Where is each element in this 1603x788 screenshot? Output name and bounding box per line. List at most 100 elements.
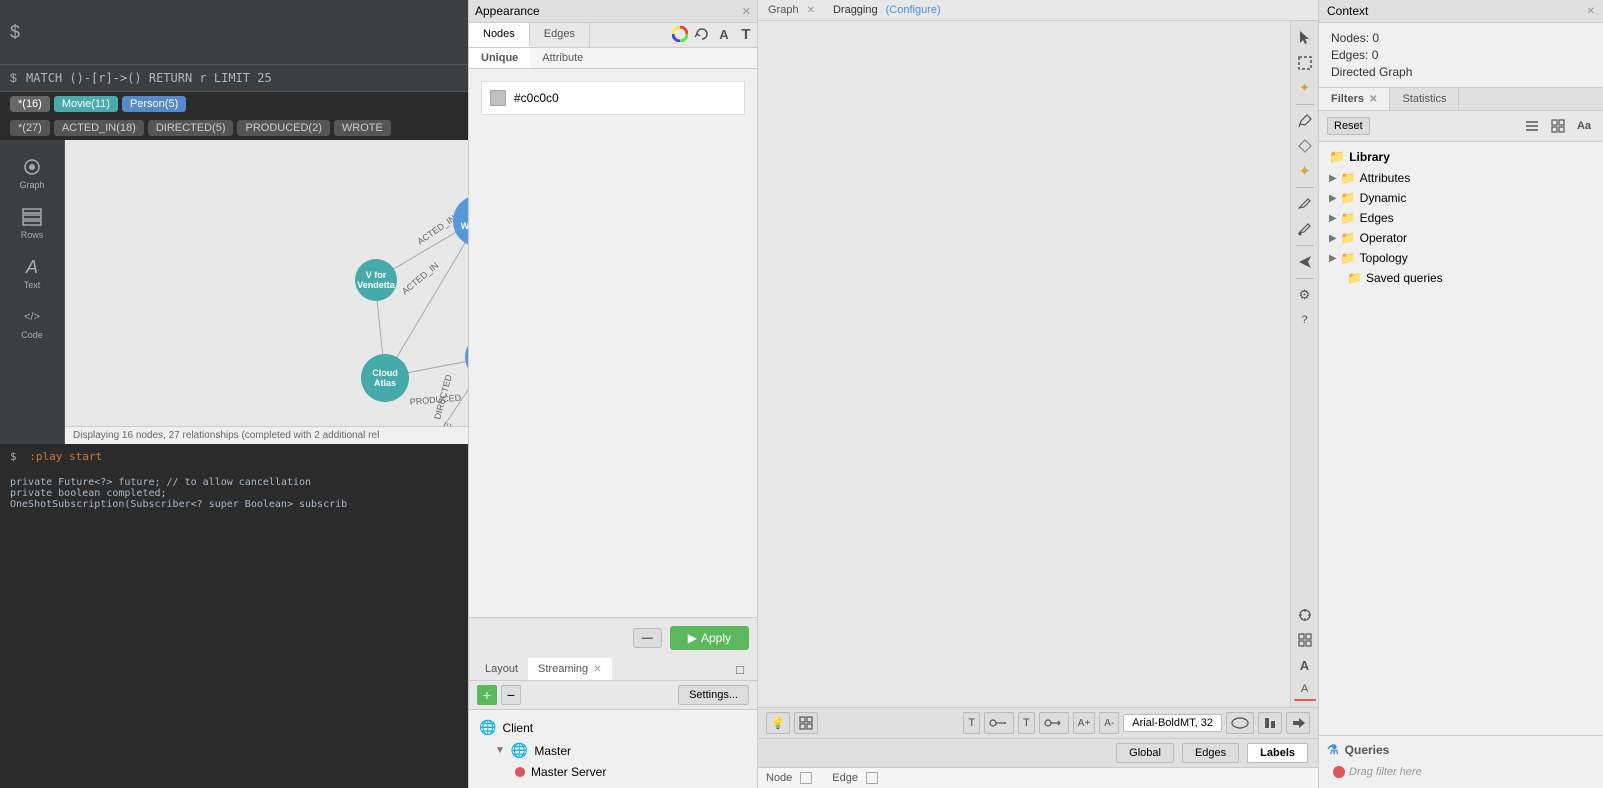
edge-checkbox[interactable] bbox=[866, 772, 878, 784]
font-decrease-button[interactable]: A- bbox=[1099, 712, 1119, 734]
filters-close-icon[interactable]: ✕ bbox=[1369, 94, 1377, 105]
diamond-tool[interactable] bbox=[1294, 135, 1316, 157]
selection-tool[interactable] bbox=[1294, 52, 1316, 74]
grid-button[interactable] bbox=[794, 712, 818, 734]
svg-text:DIRECTED: DIRECTED bbox=[432, 373, 454, 421]
pencil-tool[interactable] bbox=[1294, 110, 1316, 132]
tag-all-rels[interactable]: *(27) bbox=[10, 120, 50, 136]
arrow-button[interactable] bbox=[1286, 712, 1310, 734]
bar-button[interactable] bbox=[1258, 712, 1282, 734]
global-tab[interactable]: Global bbox=[1116, 743, 1174, 763]
list-view-icon[interactable] bbox=[1521, 115, 1543, 137]
grid-view-icon[interactable] bbox=[1294, 629, 1316, 651]
sparkle-tool[interactable]: ✦ bbox=[1294, 160, 1316, 182]
tag-wrote[interactable]: WROTE bbox=[334, 120, 391, 136]
color-wheel-icon[interactable] bbox=[669, 23, 691, 45]
edge-col: Edge bbox=[832, 772, 878, 784]
sidebar-item-graph[interactable]: Graph bbox=[15, 150, 48, 196]
tree-item-master-server[interactable]: Master Server bbox=[475, 762, 751, 782]
node-edge-button[interactable] bbox=[1039, 712, 1069, 734]
settings-button[interactable]: Settings... bbox=[678, 685, 749, 705]
remove-stream-button[interactable]: − bbox=[501, 685, 521, 705]
grid-view-icon2[interactable] bbox=[1547, 115, 1569, 137]
edges-bottom-tab[interactable]: Edges bbox=[1182, 743, 1239, 763]
tab-edges[interactable]: Edges bbox=[530, 23, 590, 47]
query-text[interactable]: MATCH ()-[r]->() RETURN r LIMIT 25 bbox=[26, 71, 272, 85]
pointer-tool[interactable] bbox=[1294, 27, 1316, 49]
streaming-tab[interactable]: Streaming ✕ bbox=[528, 658, 612, 680]
add-stream-button[interactable]: + bbox=[477, 685, 497, 705]
node-andy-wachowski[interactable]: AndyWacho bbox=[465, 334, 468, 380]
font-a-icon[interactable]: A bbox=[713, 23, 735, 45]
terminal-area[interactable]: $ :play start bbox=[0, 444, 468, 469]
graph-area: ACTED_IN ACTED_IN PRODUCED DIRECTED WROT… bbox=[65, 140, 468, 444]
library-item-dynamic[interactable]: ▶ 📁 Dynamic bbox=[1323, 188, 1599, 208]
gear-tool[interactable]: ⚙ bbox=[1294, 284, 1316, 306]
library-item-saved-queries[interactable]: 📁 Saved queries bbox=[1323, 268, 1599, 288]
graph-svg: ACTED_IN ACTED_IN PRODUCED DIRECTED WROT… bbox=[65, 140, 468, 444]
tree-item-client[interactable]: 🌐 Client bbox=[475, 716, 751, 739]
appearance-close-icon[interactable]: ✕ bbox=[742, 5, 751, 18]
layout-tab[interactable]: Layout bbox=[475, 658, 528, 680]
help-tool[interactable]: ? bbox=[1294, 309, 1316, 331]
apply-label: Apply bbox=[701, 631, 731, 645]
color-swatch[interactable] bbox=[490, 90, 506, 106]
sidebar-item-text[interactable]: A Text bbox=[17, 250, 47, 296]
plane-tool[interactable] bbox=[1294, 251, 1316, 273]
small-action-button[interactable]: — bbox=[633, 628, 662, 648]
pencil3-tool[interactable] bbox=[1294, 218, 1316, 240]
oval-button[interactable] bbox=[1226, 712, 1254, 734]
edge-line-button[interactable] bbox=[984, 712, 1014, 734]
apply-button[interactable]: ▶ Apply bbox=[670, 626, 749, 650]
crosshair-icon[interactable] bbox=[1294, 604, 1316, 626]
tag-person[interactable]: Person(5) bbox=[122, 96, 186, 112]
library-item-attributes[interactable]: ▶ 📁 Attributes bbox=[1323, 168, 1599, 188]
statistics-tab-label: Statistics bbox=[1402, 93, 1446, 105]
configure-label[interactable]: (Configure) bbox=[886, 4, 941, 16]
tag-all-nodes[interactable]: *(16) bbox=[10, 96, 50, 112]
labels-bottom-tab[interactable]: Labels bbox=[1247, 743, 1308, 763]
node-v-for-vendetta[interactable]: V forVendetta bbox=[355, 259, 397, 301]
tab-nodes[interactable]: Nodes bbox=[469, 23, 530, 47]
reset-button[interactable]: Reset bbox=[1327, 117, 1370, 135]
tree-item-master[interactable]: ▼ 🌐 Master bbox=[475, 739, 751, 762]
tag-acted-in[interactable]: ACTED_IN(18) bbox=[54, 120, 144, 136]
context-close-icon[interactable]: ✕ bbox=[1587, 6, 1595, 17]
tag-movie[interactable]: Movie(11) bbox=[54, 96, 118, 112]
bold-t-icon[interactable]: T bbox=[735, 23, 757, 45]
label-a-icon[interactable]: A bbox=[1294, 654, 1316, 676]
left-sidebar: Graph Rows A Text </> bbox=[0, 140, 468, 444]
tag-produced[interactable]: PRODUCED(2) bbox=[237, 120, 329, 136]
library-item-operator[interactable]: ▶ 📁 Operator bbox=[1323, 228, 1599, 248]
client-label: Client bbox=[502, 721, 533, 735]
pencil2-tool[interactable] bbox=[1294, 193, 1316, 215]
light-button[interactable]: 💡 bbox=[766, 712, 790, 734]
expand-icon[interactable]: □ bbox=[729, 658, 751, 680]
tag-directed[interactable]: DIRECTED(5) bbox=[148, 120, 234, 136]
library-item-topology[interactable]: ▶ 📁 Topology bbox=[1323, 248, 1599, 268]
filters-stats-tabbar: Filters ✕ Statistics bbox=[1319, 87, 1603, 111]
edges-info-line: Edges: 0 bbox=[1331, 48, 1591, 62]
label-a2-icon[interactable]: A bbox=[1294, 679, 1316, 701]
node-hugo-weaving[interactable]: HugoWeaving bbox=[453, 195, 468, 247]
text-tool2-button[interactable]: T bbox=[1018, 712, 1035, 734]
font-increase-button[interactable]: A+ bbox=[1073, 712, 1096, 734]
alpha-sort-icon[interactable]: Aa bbox=[1573, 115, 1595, 137]
filters-tab[interactable]: Filters ✕ bbox=[1319, 88, 1390, 110]
sub-tab-unique[interactable]: Unique bbox=[469, 48, 530, 68]
node-cloud-atlas[interactable]: CloudAtlas bbox=[361, 354, 409, 402]
color-swatch-row: #c0c0c0 bbox=[481, 81, 745, 115]
library-item-edges[interactable]: ▶ 📁 Edges bbox=[1323, 208, 1599, 228]
sidebar-item-rows[interactable]: Rows bbox=[17, 200, 48, 246]
sub-tab-attribute[interactable]: Attribute bbox=[530, 48, 595, 68]
graph-viewport: ✦ ✦ bbox=[758, 21, 1318, 707]
sidebar-item-code[interactable]: </> Code bbox=[17, 300, 47, 346]
statistics-tab[interactable]: Statistics bbox=[1390, 88, 1459, 110]
graph-top-close[interactable]: ✕ bbox=[807, 5, 815, 16]
lasso-tool[interactable]: ✦ bbox=[1294, 77, 1316, 99]
text-tool-button[interactable]: T bbox=[963, 712, 980, 734]
refresh-icon[interactable] bbox=[691, 23, 713, 45]
streaming-close-icon[interactable]: ✕ bbox=[593, 664, 601, 675]
node-checkbox[interactable] bbox=[800, 772, 812, 784]
library-header[interactable]: 📁 Library bbox=[1323, 146, 1599, 168]
